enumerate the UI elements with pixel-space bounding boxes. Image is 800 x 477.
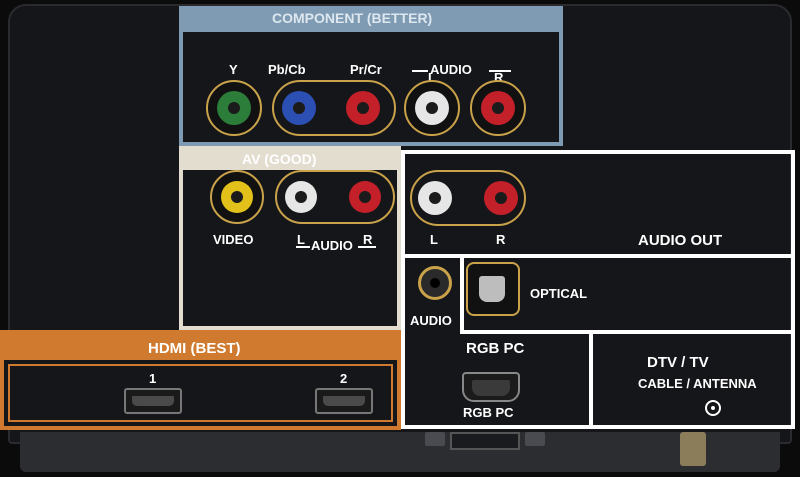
- audio-in-label: AUDIO: [410, 313, 452, 328]
- rgb-pc-label: RGB PC: [463, 405, 514, 420]
- audio-out-r-label: R: [496, 232, 506, 247]
- hdmi-title: HDMI (BEST): [148, 340, 241, 357]
- audio-out-l-label: L: [430, 232, 438, 247]
- component-y-label: Y: [229, 62, 238, 77]
- rgb-pc-port[interactable]: [462, 372, 520, 402]
- av-audio-l-label: L: [297, 232, 305, 247]
- bottom-hardware: [20, 432, 780, 472]
- audio-in-jack[interactable]: [418, 266, 452, 300]
- component-title: COMPONENT (BETTER): [272, 10, 433, 26]
- hdmi-port2-label: 2: [340, 371, 348, 386]
- dtv-subtitle: CABLE / ANTENNA: [638, 376, 757, 391]
- component-audio-label: AUDIO: [430, 62, 472, 77]
- optical-label: OPTICAL: [530, 286, 588, 301]
- dtv-title: DTV / TV: [647, 354, 709, 371]
- hdmi-port-1[interactable]: [124, 388, 182, 414]
- av-audio-r-label: R: [363, 232, 373, 247]
- optical-port[interactable]: [466, 262, 520, 316]
- component-pr-label: Pr/Cr: [350, 62, 382, 77]
- antenna-jack-icon[interactable]: [705, 400, 721, 416]
- audio-out-title: AUDIO OUT: [638, 232, 723, 249]
- hdmi-port-2[interactable]: [315, 388, 373, 414]
- component-pb-label: Pb/Cb: [268, 62, 306, 77]
- hdmi-port1-label: 1: [149, 371, 157, 386]
- av-video-label: VIDEO: [213, 232, 254, 247]
- rgb-pc-title: RGB PC: [466, 340, 525, 357]
- av-title: AV (GOOD): [242, 151, 317, 167]
- av-audio-label: AUDIO: [311, 238, 353, 253]
